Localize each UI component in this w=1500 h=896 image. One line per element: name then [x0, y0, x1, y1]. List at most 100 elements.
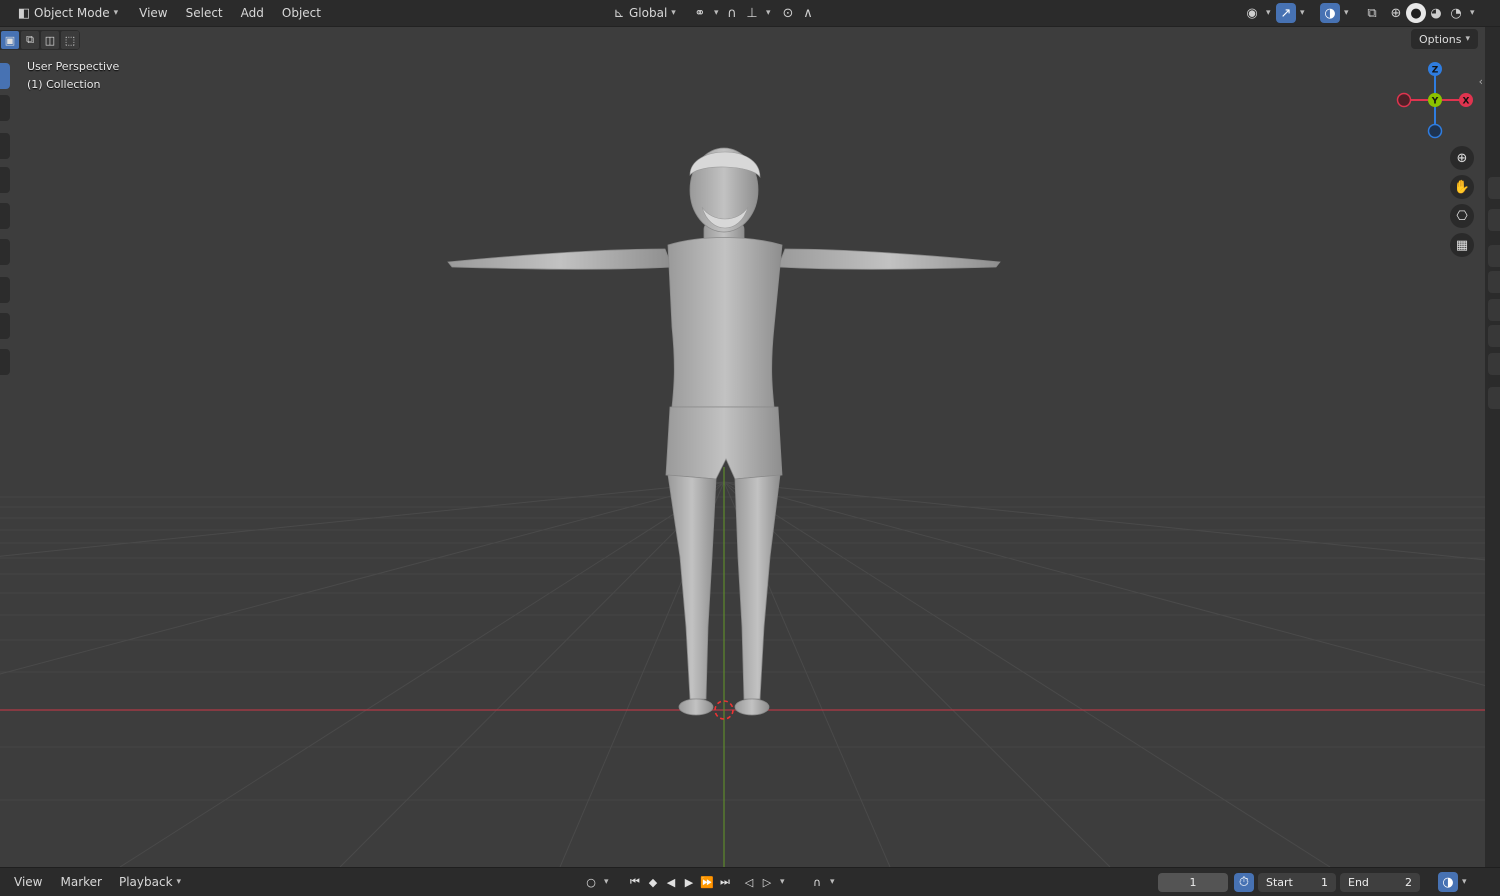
falloff-curve-icon: ∧	[803, 5, 813, 21]
transform-tool[interactable]	[0, 239, 10, 265]
jump-to-end-icon[interactable]: ⏭	[716, 873, 734, 891]
3d-viewport[interactable]: ▣ ⧉ ◫ ⬚ User Perspective (1) Collection …	[0, 27, 1485, 867]
timeline-menu-playback[interactable]: Playback ▾	[113, 872, 187, 893]
chevron-down-icon: ▾	[1465, 34, 1470, 44]
properties-tab-output[interactable]	[1488, 245, 1500, 267]
record-icon: ○	[586, 875, 596, 889]
previous-keyframe-icon[interactable]: ◆	[644, 873, 662, 891]
select-box-tool[interactable]	[0, 63, 10, 89]
snap-toggle[interactable]: ∩ ⊥ ▾	[716, 3, 777, 24]
gizmo-y-label: Y	[1431, 97, 1439, 107]
camera-view-icon[interactable]: ⎔	[1450, 204, 1474, 228]
next-marker-icon[interactable]: ▷	[758, 873, 776, 891]
timeline-snap-toggle[interactable]: ∩ ▾	[808, 872, 835, 892]
gizmo-neg-x-axis[interactable]	[1396, 92, 1412, 108]
gizmo-arrow-icon: ↗	[1276, 3, 1296, 23]
timeline-menu-marker[interactable]: Marker	[51, 872, 110, 893]
selection-mode-buttons: ▣ ⧉ ◫ ⬚	[0, 30, 80, 50]
properties-tab-object[interactable]	[1488, 325, 1500, 347]
select-subtract-icon[interactable]: ◫	[41, 31, 59, 49]
end-label: End	[1348, 875, 1369, 889]
auto-keying-toggle[interactable]: ○ ▾	[582, 872, 609, 892]
jump-to-start-icon[interactable]: ⏮	[626, 873, 644, 891]
properties-tab-tool[interactable]	[1488, 177, 1500, 199]
gizmo-toggle[interactable]: ↗ ▾	[1270, 3, 1311, 24]
navigation-gizmo[interactable]: Z X Y	[1396, 61, 1476, 141]
transform-orientation-dropdown[interactable]: ⊾ Global ▾	[603, 3, 682, 24]
start-frame-field[interactable]: Start 1	[1258, 872, 1336, 892]
properties-tab-scene[interactable]	[1488, 299, 1500, 321]
overlays-icon: ◑	[1320, 3, 1340, 23]
cursor-tool[interactable]	[0, 95, 10, 121]
rotate-tool[interactable]	[0, 167, 10, 193]
zoom-icon[interactable]: ⊕	[1450, 146, 1474, 170]
overlays-toggle[interactable]: ◑ ▾	[1314, 3, 1355, 24]
options-dropdown[interactable]: Options ▾	[1411, 29, 1478, 49]
scale-tool[interactable]	[0, 203, 10, 229]
character-mesh[interactable]	[0, 27, 1485, 867]
chevron-down-icon: ▾	[1300, 8, 1305, 18]
tool-shelf	[0, 27, 10, 377]
timeline-menu-view[interactable]: View	[5, 872, 51, 893]
end-frame-field[interactable]: End 2	[1340, 872, 1420, 892]
move-tool[interactable]	[0, 133, 10, 159]
collapse-sidebar-icon[interactable]: ‹	[1479, 75, 1483, 88]
properties-tab-render[interactable]	[1488, 209, 1500, 231]
add-cube-tool[interactable]	[0, 349, 10, 375]
current-frame-field[interactable]: 1	[1158, 872, 1228, 892]
timeline-header: View Marker Playback ▾ ○ ▾ ⏮ ◆ ◀ ▶ ⏩ ⏭ ◁…	[0, 867, 1500, 896]
properties-tab-view-layer[interactable]	[1488, 271, 1500, 293]
select-intersect-icon[interactable]: ⬚	[61, 31, 79, 49]
menu-object[interactable]: Object	[273, 3, 330, 24]
chevron-down-icon: ▾	[176, 877, 182, 887]
gizmo-neg-z-axis[interactable]	[1427, 123, 1443, 139]
use-preview-range-toggle[interactable]: ⏱	[1234, 872, 1254, 892]
proportional-editing-toggle[interactable]: ⊙ ∧	[772, 3, 824, 24]
rendered-shading-icon[interactable]: ◔	[1446, 3, 1466, 23]
solid-shading-icon[interactable]: ●	[1406, 3, 1426, 23]
gizmo-x-label: X	[1463, 97, 1470, 107]
viewport-header: ◧ Object Mode ▾ View Select Add Object ⊾…	[0, 0, 1500, 27]
magnet-icon: ∩	[812, 875, 822, 889]
orientation-label: Global	[629, 6, 668, 20]
snap-increment-icon: ⊥	[746, 5, 758, 21]
shading-modes: ⊕ ● ◕ ◔ ▾	[1380, 3, 1481, 24]
properties-tab-data[interactable]	[1488, 387, 1500, 409]
measure-tool[interactable]	[0, 313, 10, 339]
chevron-down-icon: ▾	[766, 8, 771, 18]
menu-select[interactable]: Select	[177, 3, 232, 24]
properties-editor-edge	[1485, 27, 1500, 867]
mode-selector[interactable]: ◧ Object Mode ▾	[8, 3, 124, 24]
perspective-grid-icon[interactable]: ▦	[1450, 233, 1474, 257]
next-keyframe-icon[interactable]: ⏩	[698, 873, 716, 891]
overlays-icon: ◑	[1438, 872, 1458, 892]
playback-label: Playback	[118, 875, 173, 889]
eye-icon: ◉	[1246, 5, 1258, 21]
menu-view[interactable]: View	[130, 3, 176, 24]
previous-marker-icon[interactable]: ◁	[740, 873, 758, 891]
object-mode-icon: ◧	[17, 5, 31, 21]
play-reverse-icon[interactable]: ◀	[662, 873, 680, 891]
pivot-link-icon: ⚭	[694, 5, 706, 21]
orientation-axes-icon: ⊾	[613, 5, 625, 21]
proportional-dot-icon: ⊙	[782, 5, 794, 21]
chevron-down-icon[interactable]: ▾	[1470, 8, 1475, 18]
annotate-tool[interactable]	[0, 277, 10, 303]
material-shading-icon[interactable]: ◕	[1426, 3, 1446, 23]
properties-tab-modifiers[interactable]	[1488, 353, 1500, 375]
chevron-down-icon: ▾	[604, 877, 609, 887]
select-new-icon[interactable]: ▣	[1, 31, 19, 49]
select-extend-icon[interactable]: ⧉	[21, 31, 39, 49]
chevron-down-icon: ▾	[830, 877, 835, 887]
pan-hand-icon[interactable]: ✋	[1450, 175, 1474, 199]
end-value: 2	[1405, 875, 1412, 889]
wireframe-shading-icon[interactable]: ⊕	[1386, 3, 1406, 23]
timeline-overlays-toggle[interactable]: ◑ ▾	[1438, 872, 1467, 892]
chevron-down-icon[interactable]: ▾	[780, 877, 785, 887]
stopwatch-icon: ⏱	[1234, 872, 1254, 892]
chevron-down-icon: ▾	[1344, 8, 1349, 18]
menu-add[interactable]: Add	[232, 3, 273, 24]
play-icon[interactable]: ▶	[680, 873, 698, 891]
current-frame-value: 1	[1158, 872, 1228, 892]
chevron-down-icon: ▾	[1462, 877, 1467, 887]
